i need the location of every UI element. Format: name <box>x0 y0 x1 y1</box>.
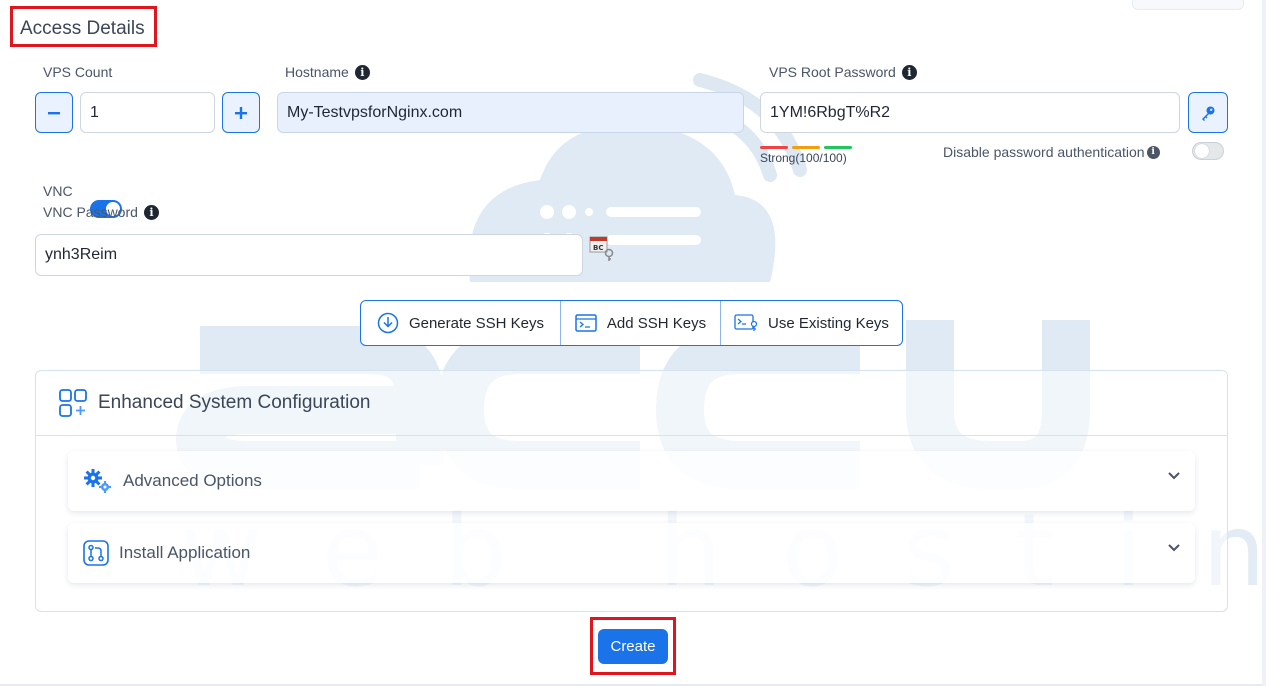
root-password-label-text: VPS Root Password <box>769 64 896 80</box>
git-branch-icon <box>83 540 109 566</box>
use-existing-keys-button[interactable]: Use Existing Keys <box>720 301 902 345</box>
create-button[interactable]: Create <box>598 629 668 664</box>
chevron-down-icon <box>1168 544 1180 552</box>
password-strength: Strong(100/100) <box>760 146 860 165</box>
disable-password-auth-toggle[interactable] <box>1192 142 1224 160</box>
hostname-label-text: Hostname <box>285 64 349 80</box>
key-terminal-icon <box>734 314 758 331</box>
minus-icon <box>48 111 60 114</box>
password-manager-icon[interactable]: BC <box>589 236 615 262</box>
add-ssh-keys-label: Add SSH Keys <box>606 314 707 332</box>
terminal-icon <box>575 314 597 332</box>
enhanced-config-title: Enhanced System Configuration <box>98 392 371 413</box>
info-icon[interactable]: i <box>354 64 370 80</box>
disable-password-auth-text: Disable password authentication <box>943 144 1145 160</box>
section-title: Access Details <box>10 6 157 47</box>
use-existing-keys-label: Use Existing Keys <box>768 314 889 332</box>
key-icon <box>1202 106 1215 121</box>
install-application-accordion[interactable]: Install Application <box>68 523 1195 583</box>
vps-count-input[interactable]: 1 <box>80 92 215 133</box>
root-password-label: VPS Root Password i <box>769 64 917 80</box>
vnc-label: VNC <box>43 183 73 199</box>
root-password-input[interactable]: 1YM!6RbgT%R2 <box>760 92 1180 133</box>
hostname-label: Hostname i <box>285 64 370 80</box>
toggle-knob <box>1195 144 1209 158</box>
download-circle-icon <box>377 312 399 334</box>
plus-icon <box>235 106 247 119</box>
vps-count-label: VPS Count <box>43 64 112 80</box>
create-button-highlight: Create <box>590 617 676 675</box>
enhanced-config-header: Enhanced System Configuration <box>36 371 1227 436</box>
generate-ssh-keys-label: Generate SSH Keys <box>408 314 545 332</box>
strength-text: Strong(100/100) <box>760 151 847 165</box>
scrollbar[interactable] <box>1262 0 1266 686</box>
increment-button[interactable] <box>222 92 260 133</box>
enhanced-config-panel: Enhanced System Configuration Advanced O… <box>35 370 1228 612</box>
info-icon[interactable]: i <box>1146 145 1160 159</box>
strength-bar <box>824 146 852 149</box>
vps-count-value: 1 <box>90 103 99 121</box>
password-manager-icon: BC <box>589 236 614 261</box>
vnc-password-label: VNC Password i <box>43 204 159 220</box>
vnc-password-label-text: VNC Password <box>43 204 138 220</box>
gears-icon <box>84 469 111 493</box>
strength-bar <box>760 146 788 149</box>
vnc-password-input[interactable]: ynh3Reim <box>35 234 583 276</box>
svg-text:BC: BC <box>593 244 603 252</box>
advanced-options-label: Advanced Options <box>123 471 262 490</box>
add-ssh-keys-button[interactable]: Add SSH Keys <box>560 301 720 345</box>
install-application-label: Install Application <box>119 543 251 562</box>
hostname-input[interactable]: My-TestvpsforNginx.com <box>277 92 744 133</box>
decrement-button[interactable] <box>35 92 73 133</box>
generate-ssh-keys-button[interactable]: Generate SSH Keys <box>361 301 560 345</box>
disable-password-auth-label: Disable password authentication i <box>943 144 1160 160</box>
vnc-label-text: VNC <box>43 183 73 199</box>
grid-plus-icon <box>59 389 87 417</box>
info-icon[interactable]: i <box>143 204 159 220</box>
ssh-keys-bar: Generate SSH Keys Add SSH Keys Use Exist… <box>360 300 903 346</box>
root-password-value: 1YM!6RbgT%R2 <box>770 103 891 121</box>
info-icon[interactable]: i <box>901 64 917 80</box>
advanced-options-accordion[interactable]: Advanced Options <box>68 451 1195 511</box>
hostname-value: My-TestvpsforNginx.com <box>287 103 463 121</box>
vnc-password-value: ynh3Reim <box>45 246 118 263</box>
vps-count-label-text: VPS Count <box>43 64 113 80</box>
chevron-down-icon <box>1168 472 1180 480</box>
top-right-tab[interactable] <box>1132 0 1244 10</box>
generate-password-button[interactable] <box>1188 92 1228 133</box>
strength-bar <box>792 146 820 149</box>
